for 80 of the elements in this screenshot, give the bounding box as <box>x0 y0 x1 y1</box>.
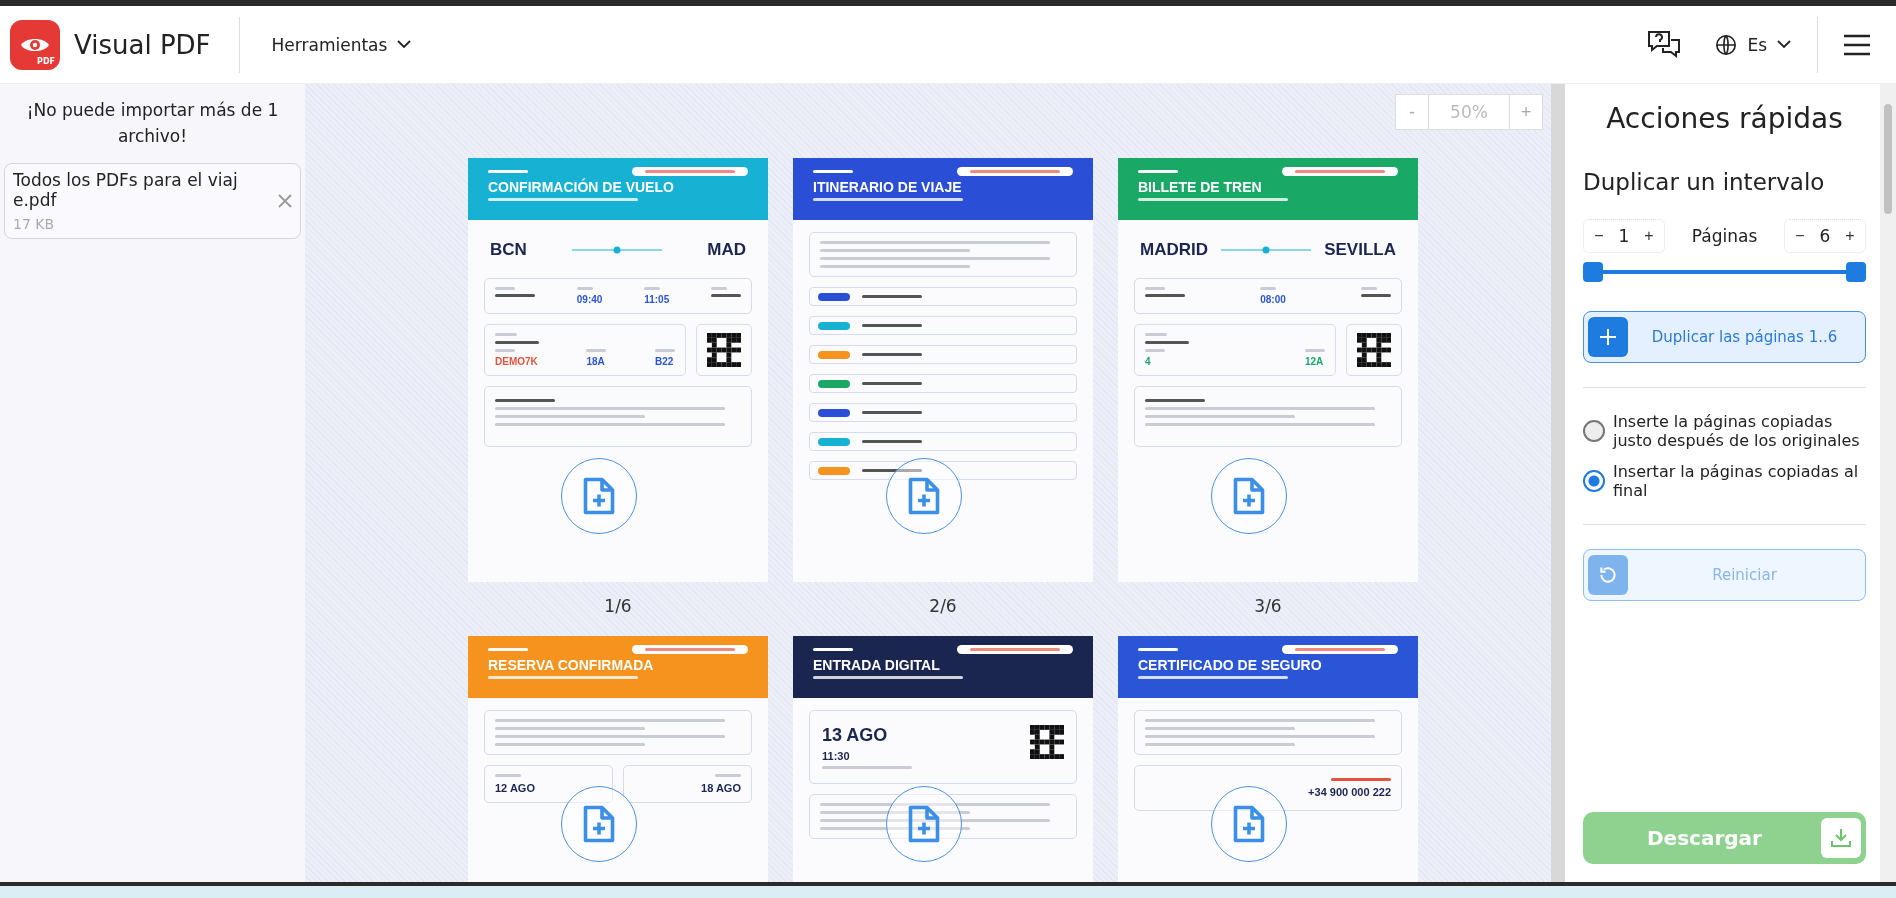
chat-question-icon <box>1647 29 1682 60</box>
ticket-date: 13 AGO <box>822 725 889 746</box>
add-file-icon[interactable] <box>906 803 942 845</box>
origin-city: BCN <box>490 240 527 260</box>
origin-city: MADRID <box>1140 240 1208 260</box>
radio-button[interactable] <box>1583 470 1605 492</box>
page-title: CONFIRMACIÓN DE VUELO <box>488 179 675 195</box>
scrollbar-thumb[interactable] <box>1884 104 1892 214</box>
add-file-icon[interactable] <box>581 475 617 517</box>
qr-code-icon <box>1357 333 1391 367</box>
chevron-down-icon <box>397 40 412 49</box>
qr-code-icon <box>707 333 741 367</box>
page-thumbnail[interactable]: ITINERARIO DE VIAJE <box>793 158 1093 582</box>
section-title: Duplicar un intervalo <box>1583 169 1826 195</box>
page-thumbnail[interactable]: CONFIRMACIÓN DE VUELO BCN MAD 09:40 11:05 DEMO7K 18A B22 <box>468 158 768 582</box>
field-value: 08:00 <box>1260 294 1286 305</box>
field-value: 09:40 <box>576 294 603 305</box>
download-icon <box>1829 826 1853 850</box>
start-page-value: 1 <box>1617 226 1631 246</box>
range-label: Páginas <box>1691 226 1758 246</box>
field-value: 12A <box>1305 356 1325 367</box>
page-title: BILLETE DE TREN <box>1138 179 1263 195</box>
increment-button[interactable]: + <box>1839 227 1861 245</box>
language-selector[interactable]: Es <box>1709 27 1797 62</box>
slider-handle[interactable] <box>1846 262 1866 282</box>
page-title: ITINERARIO DE VIAJE <box>813 179 963 195</box>
close-icon[interactable] <box>278 194 292 208</box>
page-thumbnail[interactable]: CERTIFICADO DE SEGURO +34 900 000 222 <box>1118 636 1418 882</box>
add-file-icon[interactable] <box>1231 803 1267 845</box>
decrement-button[interactable]: − <box>1588 227 1610 245</box>
add-file-icon[interactable] <box>906 475 942 517</box>
field-value: DEMO7K <box>495 356 538 367</box>
page-thumbnail[interactable]: BILLETE DE TREN MADRID SEVILLA 08:00 4 12A <box>1118 158 1418 582</box>
insert-option[interactable]: Inserte la páginas copiadas justo después de los originales <box>1583 412 1866 450</box>
field-value: 4 <box>1145 356 1152 367</box>
increment-button[interactable]: + <box>1638 227 1660 245</box>
add-file-icon[interactable] <box>1231 475 1267 517</box>
page-title: ENTRADA DIGITAL <box>813 657 941 673</box>
file-name: Todos los PDFs para el viaj e.pdf <box>13 170 239 210</box>
add-file-icon[interactable] <box>581 803 617 845</box>
qr-code-icon <box>1030 725 1064 759</box>
route-line-icon <box>1221 246 1312 254</box>
app-logo[interactable]: PDF <box>10 19 60 70</box>
page-number: 2/6 <box>929 596 957 616</box>
file-card[interactable]: Todos los PDFs para el viaj e.pdf 17 KB <box>4 163 301 239</box>
plus-icon <box>1599 328 1617 346</box>
date-value: 18 AGO <box>701 782 741 794</box>
field-value: B22 <box>655 356 675 367</box>
decrement-button[interactable]: − <box>1789 227 1811 245</box>
page-number: 3/6 <box>1254 596 1282 616</box>
insert-option[interactable]: Insertar la páginas copiadas al final <box>1583 462 1866 500</box>
destination-city: MAD <box>707 240 746 260</box>
page-title: RESERVA CONFIRMADA <box>488 657 655 673</box>
menu-icon <box>1844 33 1870 56</box>
duplicate-pages-button[interactable]: Duplicar las páginas 1..6 <box>1583 311 1866 363</box>
field-value: 18A <box>586 356 606 367</box>
scrollbar[interactable] <box>1880 84 1896 882</box>
file-size: 17 KB <box>13 216 56 232</box>
tools-menu[interactable]: Herramientas <box>265 33 418 56</box>
scrollbar[interactable] <box>1551 84 1565 882</box>
field-value: 11:05 <box>644 294 670 305</box>
end-page-value: 6 <box>1818 226 1832 246</box>
page-thumbnail[interactable]: RESERVA CONFIRMADA 12 AGO 18 AGO <box>468 636 768 882</box>
destination-city: SEVILLA <box>1324 240 1396 260</box>
date-value: 12 AGO <box>495 782 535 794</box>
radio-button[interactable] <box>1583 420 1605 442</box>
chevron-down-icon <box>1777 40 1791 49</box>
logo-text: PDF <box>37 56 55 66</box>
route-line-icon <box>572 246 663 254</box>
ticket-time: 11:30 <box>822 750 851 762</box>
page-title: CERTIFICADO DE SEGURO <box>1138 657 1323 673</box>
brand-name: Visual PDF <box>74 16 240 73</box>
page-number: 1/6 <box>604 596 632 616</box>
phone-number: +34 900 000 222 <box>1308 786 1391 798</box>
slider-handle[interactable] <box>1583 262 1603 282</box>
globe-icon <box>1715 33 1738 56</box>
page-thumbnail[interactable]: ENTRADA DIGITAL 13 AGO 11:30 <box>793 636 1093 882</box>
undo-icon <box>1598 565 1618 585</box>
import-limit-message: ¡No puede importar más de 1 archivo! <box>25 99 280 148</box>
panel-title: Acciones rápidas <box>1605 102 1844 135</box>
